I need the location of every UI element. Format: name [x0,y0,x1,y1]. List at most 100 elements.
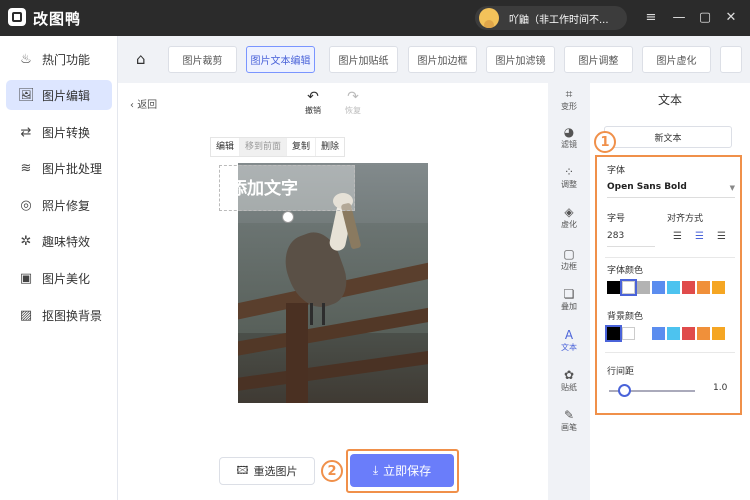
user-account-button[interactable]: 吖鼬（非工作时间不... [475,6,627,30]
new-text-button[interactable]: 新文本 [604,126,732,148]
tab-filter[interactable]: 图片加滤镜 [486,46,555,73]
reselect-image-button[interactable]: 🖾 重选图片 [219,457,315,485]
tool-transform[interactable]: ⌗ 变形 [548,87,590,112]
tool-label: 边框 [561,262,577,271]
sidebar-item-batch[interactable]: ≋ 图片批处理 [6,153,112,183]
color-swatch[interactable] [682,281,695,294]
reselect-label: 重选图片 [253,465,298,478]
sidebar-item-label: 热门功能 [42,52,91,67]
sidebar-item-effects[interactable]: ✲ 趣味特效 [6,226,112,256]
title-bar: 改图鸭 吖鼬（非工作时间不... ≡ — ▢ ✕ [0,0,750,36]
align-right-icon[interactable]: ☰ [717,231,726,242]
image-icon: 🖾 [236,463,249,477]
tool-adjust[interactable]: ⁘ 调整 [548,165,590,190]
font-size-input[interactable]: 283 [607,231,655,247]
back-button[interactable]: ‹ 返回 [130,96,157,111]
sidebar-item-image-edit[interactable]: 🖼 图片编辑 [6,80,112,110]
redo-button[interactable]: ↷ 恢复 [338,89,368,116]
tool-label: 贴纸 [561,383,577,392]
color-swatch[interactable] [637,281,650,294]
delete-button[interactable]: 删除 [316,138,344,156]
menu-icon[interactable]: ≡ [640,6,662,28]
slider-handle[interactable] [618,384,632,397]
avatar [479,8,499,28]
tool-filter[interactable]: ◕ 滤镜 [548,125,590,150]
save-label: 立即保存 [383,464,432,478]
color-swatch[interactable] [667,281,680,294]
sidebar-item-label: 照片修复 [42,198,91,213]
color-swatch[interactable] [712,327,725,340]
maximize-icon[interactable]: ▢ [694,6,716,28]
editor-canvas: ‹ 返回 ↶ 撤销 ↷ 恢复 编辑 移到前面 复制 删除 添加文字 🖾 重选图片 2 … [118,83,548,500]
home-icon[interactable]: ⌂ [136,50,154,68]
color-swatch[interactable] [667,327,680,340]
tab-border[interactable]: 图片加边框 [408,46,477,73]
image-edit-icon: 🖼 [18,87,35,103]
undo-button[interactable]: ↶ 撤销 [298,89,328,116]
tool-text[interactable]: A 文本 [548,328,590,353]
sidebar: ♨ 热门功能 🖼 图片编辑 ⇄ 图片转换 ≋ 图片批处理 ◎ 照片修复 ✲ 趣味特效 ▣ 图片… [0,36,118,500]
close-icon[interactable]: ✕ [720,6,742,28]
size-label: 字号 [607,214,626,224]
save-button[interactable]: ⤓ 立即保存 [350,454,454,487]
tab-blur[interactable]: 图片虚化 [642,46,711,73]
color-swatch[interactable] [697,281,710,294]
text-overlay-box[interactable]: 添加文字 [219,165,355,211]
sidebar-item-cutout[interactable]: ▨ 抠图换背景 [6,300,112,330]
blur-icon: ◈ [564,205,574,219]
color-swatch[interactable] [607,281,620,294]
tool-label: 滤镜 [561,140,577,149]
undo-icon: ↶ [307,89,319,105]
rotate-handle[interactable] [282,211,294,223]
color-swatch[interactable] [712,281,725,294]
sidebar-item-label: 抠图换背景 [42,308,103,323]
color-swatch[interactable] [697,327,710,340]
align-left-icon[interactable]: ☰ [673,231,682,242]
color-swatch[interactable] [605,325,622,342]
color-swatch[interactable] [652,327,665,340]
properties-highlight: 字体 Open Sans Bold ▼ 字号 283 对齐方式 ☰ ☰ ☰ 字体颜… [595,155,742,415]
undo-label: 撤销 [305,106,321,115]
tab-adjust[interactable]: 图片调整 [564,46,633,73]
sidebar-item-label: 图片批处理 [42,161,103,176]
color-swatch[interactable] [622,327,635,340]
tab-crop[interactable]: 图片裁剪 [168,46,237,73]
color-swatch[interactable] [620,279,637,296]
tool-blur[interactable]: ◈ 虚化 [548,205,590,230]
line-spacing-label: 行间距 [607,367,635,377]
panel-title: 文本 [657,93,682,107]
tool-overlay[interactable]: ❏ 叠加 [548,287,590,312]
download-icon: ⤓ [372,463,379,477]
tab-more[interactable] [720,46,742,73]
tab-text-edit[interactable]: 图片文本编辑 [246,46,315,73]
align-label: 对齐方式 [667,214,704,224]
copy-button[interactable]: 复制 [287,138,317,156]
function-tabs-bar: ⌂ 图片裁剪 图片文本编辑 图片加贴纸 图片加边框 图片加滤镜 图片调整 图片虚… [118,36,750,83]
tab-sticker[interactable]: 图片加贴纸 [329,46,398,73]
line-spacing-value: 1.0 [713,383,728,393]
adjust-icon: ⁘ [563,165,575,179]
tool-sticker[interactable]: ✿ 贴纸 [548,368,590,393]
color-swatch[interactable] [652,281,665,294]
app-title: 改图鸭 [33,10,82,28]
sidebar-item-beautify[interactable]: ▣ 图片美化 [6,263,112,293]
text-overlay[interactable]: 添加文字 [230,174,298,199]
edit-button[interactable]: 编辑 [211,138,241,156]
beautify-icon: ▣ [19,270,33,286]
text-properties-panel: 文本 新文本 1 字体 Open Sans Bold ▼ 字号 283 对齐方式 … [590,83,750,500]
minimize-icon[interactable]: — [668,6,690,28]
tool-border[interactable]: ▢ 边框 [548,247,590,272]
color-swatch[interactable] [682,327,695,340]
brush-icon: ✎ [563,408,575,422]
sidebar-item-repair[interactable]: ◎ 照片修复 [6,190,112,220]
sticker-icon: ✿ [563,368,575,382]
tool-brush[interactable]: ✎ 画笔 [548,408,590,433]
align-center-icon[interactable]: ☰ [695,231,704,242]
bring-front-button[interactable]: 移到前面 [240,138,288,156]
sidebar-item-convert[interactable]: ⇄ 图片转换 [6,117,112,147]
chevron-down-icon: ▼ [729,184,735,192]
font-select[interactable]: Open Sans Bold ▼ [607,182,735,198]
sparkle-icon: ✲ [20,233,32,249]
sidebar-item-hot[interactable]: ♨ 热门功能 [6,44,112,74]
cutout-icon: ▨ [19,307,33,323]
